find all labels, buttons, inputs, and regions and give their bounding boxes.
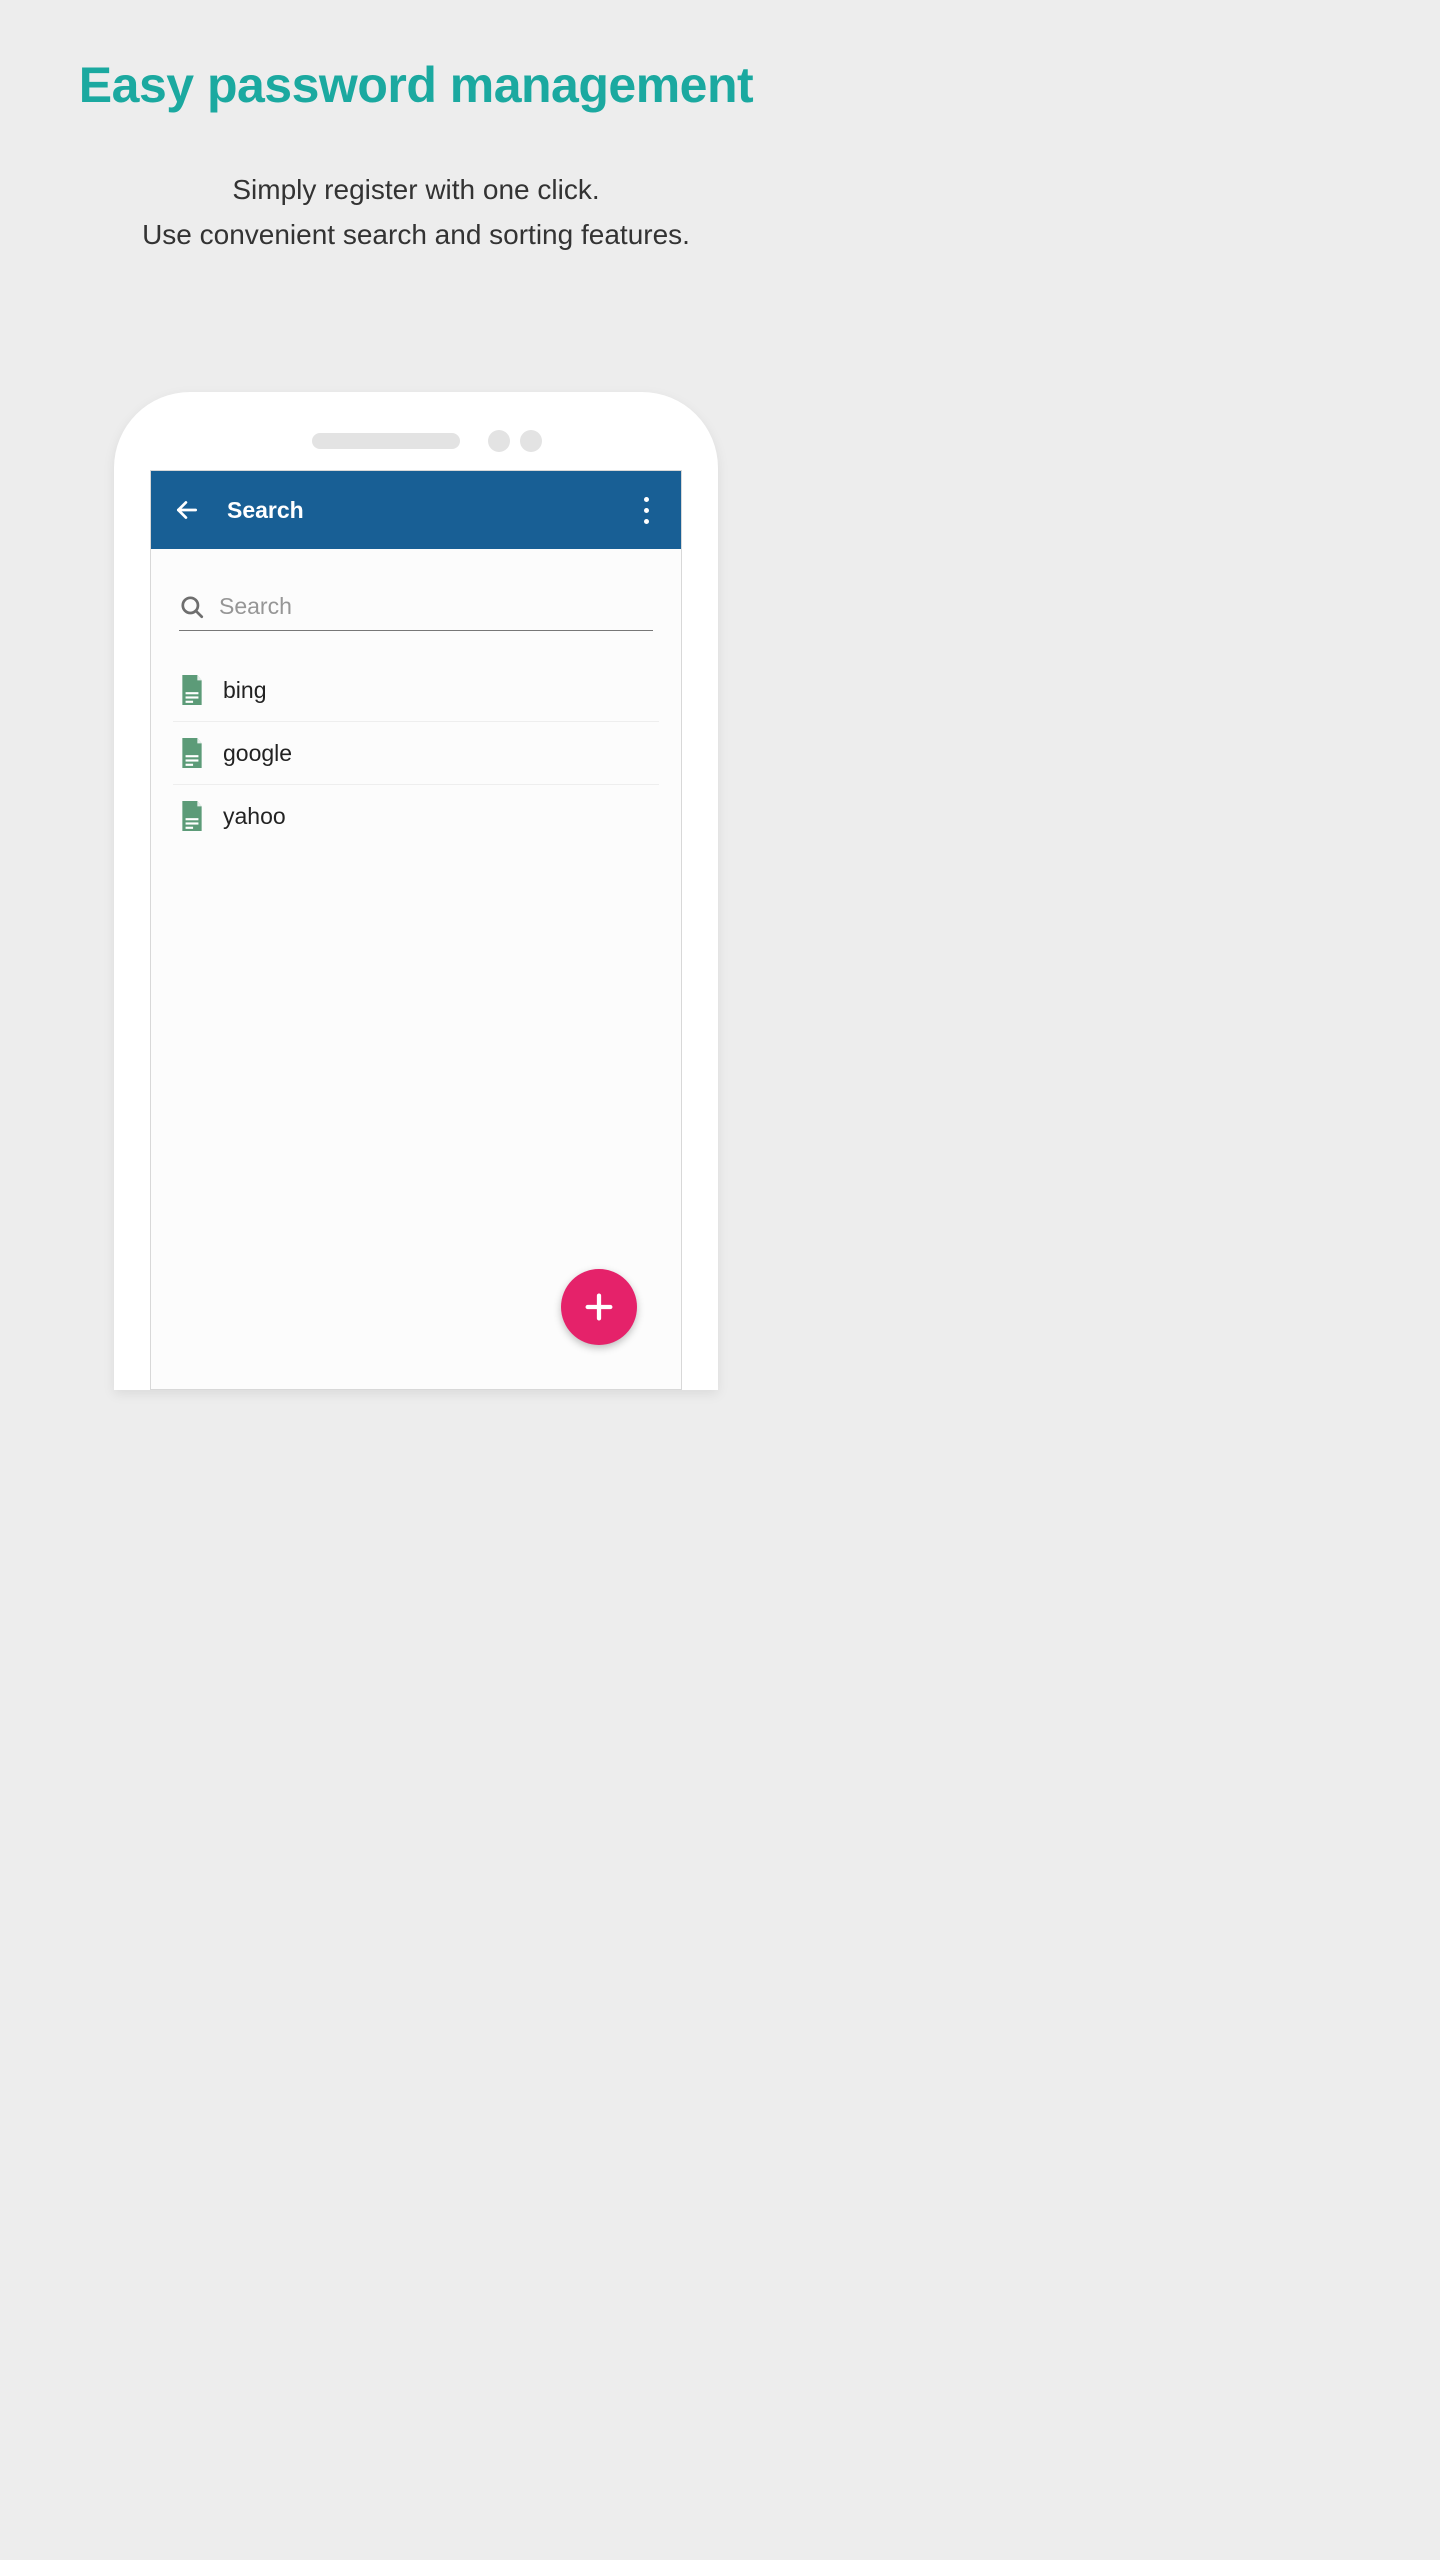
list-item-label: google bbox=[223, 740, 292, 767]
add-button[interactable] bbox=[561, 1269, 637, 1345]
plus-icon bbox=[582, 1290, 616, 1324]
page-subtitle: Simply register with one click. Use conv… bbox=[0, 168, 832, 258]
page-title: Easy password management bbox=[0, 0, 832, 114]
document-icon bbox=[179, 738, 205, 768]
list-item[interactable]: yahoo bbox=[173, 785, 659, 847]
phone-camera-2 bbox=[520, 430, 542, 452]
phone-speaker bbox=[312, 433, 460, 449]
overflow-menu-button[interactable] bbox=[631, 492, 661, 528]
phone-mockup: Search Search bbox=[114, 392, 718, 1390]
dot-icon bbox=[644, 519, 649, 524]
app-bar: Search bbox=[151, 471, 681, 549]
document-icon bbox=[179, 675, 205, 705]
phone-camera-1 bbox=[488, 430, 510, 452]
app-screen: Search Search bbox=[150, 470, 682, 1390]
search-icon bbox=[179, 594, 205, 620]
list-item[interactable]: google bbox=[173, 722, 659, 785]
subtitle-line-1: Simply register with one click. bbox=[232, 174, 599, 205]
document-icon bbox=[179, 801, 205, 831]
app-bar-title: Search bbox=[227, 497, 304, 524]
list-item-label: bing bbox=[223, 677, 266, 704]
arrow-left-icon bbox=[174, 497, 200, 523]
password-list: bing google bbox=[151, 659, 681, 847]
back-button[interactable] bbox=[169, 492, 205, 528]
dot-icon bbox=[644, 508, 649, 513]
subtitle-line-2: Use convenient search and sorting featur… bbox=[142, 219, 690, 250]
search-placeholder: Search bbox=[219, 593, 292, 620]
search-field[interactable]: Search bbox=[179, 549, 653, 631]
list-item[interactable]: bing bbox=[173, 659, 659, 722]
dot-icon bbox=[644, 497, 649, 502]
list-item-label: yahoo bbox=[223, 803, 286, 830]
